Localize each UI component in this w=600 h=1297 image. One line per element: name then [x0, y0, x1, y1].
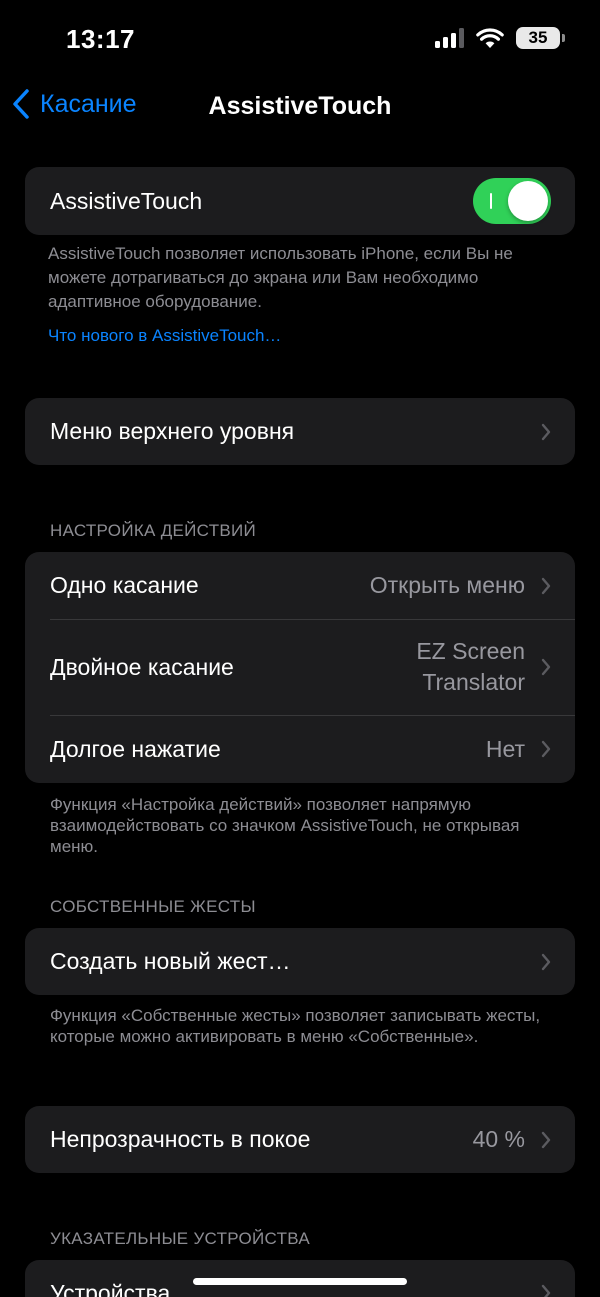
page-title: AssistiveTouch [208, 92, 392, 120]
chevron-right-icon [541, 423, 551, 440]
chevron-right-icon [541, 658, 551, 676]
top-menu-group: Меню верхнего уровня [25, 398, 575, 465]
long-press-row[interactable]: Долгое нажатие Нет [25, 715, 575, 783]
double-tap-label: Двойное касание [50, 653, 234, 680]
single-tap-label: Одно касание [50, 572, 199, 598]
toggle-on-mark [490, 193, 492, 209]
long-press-label: Долгое нажатие [50, 735, 221, 762]
single-tap-row[interactable]: Одно касание Открыть меню [25, 552, 575, 619]
double-tap-value-line2: Translator [422, 669, 525, 695]
cellular-signal-icon [435, 28, 464, 48]
chevron-right-icon [541, 577, 551, 594]
whats-new-link[interactable]: Что нового в AssistiveTouch… [48, 326, 281, 346]
wifi-icon [476, 27, 504, 48]
pointer-devices-header: УКАЗАТЕЛЬНЫЕ УСТРОЙСТВА [50, 1229, 310, 1248]
idle-opacity-row[interactable]: Непрозрачность в покое 40 % [25, 1106, 575, 1173]
assistivetouch-group: AssistiveTouch [25, 167, 575, 235]
battery-level: 35 [528, 28, 548, 47]
settings-screen: 13:17 35 Касание AssistiveTouch Assistiv… [0, 0, 600, 1297]
double-tap-value: EZ Screen Translator [416, 636, 525, 698]
assistivetouch-toggle[interactable] [473, 178, 551, 224]
custom-actions-group: Одно касание Открыть меню Двойное касани… [25, 552, 575, 783]
assistivetouch-label: AssistiveTouch [50, 187, 203, 214]
status-time: 13:17 [66, 24, 135, 54]
assistivetouch-description: AssistiveTouch позволяет использовать iP… [48, 244, 513, 311]
chevron-right-icon [541, 953, 551, 970]
custom-actions-footer: Функция «Настройка действий» позволяет н… [50, 795, 520, 856]
custom-gestures-header: СОБСТВЕННЫЕ ЖЕСТЫ [50, 897, 256, 916]
custom-gestures-group: Создать новый жест… [25, 928, 575, 995]
double-tap-value-line1: EZ Screen [416, 638, 525, 664]
toggle-knob [508, 181, 548, 221]
create-gesture-label: Создать новый жест… [50, 948, 291, 974]
chevron-right-icon [541, 1131, 551, 1148]
home-indicator[interactable] [193, 1278, 407, 1285]
navigation-bar: Касание AssistiveTouch [0, 80, 600, 132]
status-bar: 13:17 35 [0, 0, 600, 80]
double-tap-row[interactable]: Двойное касание EZ Screen Translator [25, 619, 575, 715]
long-press-value: Нет [485, 735, 525, 762]
idle-opacity-label: Непрозрачность в покое [50, 1126, 311, 1152]
single-tap-value: Открыть меню [369, 572, 525, 598]
top-menu-label: Меню верхнего уровня [50, 418, 295, 444]
battery-icon: 35 [516, 27, 565, 49]
status-icons: 35 [435, 27, 565, 49]
idle-opacity-group: Непрозрачность в покое 40 % [25, 1106, 575, 1173]
create-gesture-row[interactable]: Создать новый жест… [25, 928, 575, 995]
chevron-right-icon [541, 740, 551, 758]
top-menu-row[interactable]: Меню верхнего уровня [25, 398, 575, 465]
custom-gestures-footer: Функция «Собственные жесты» позволяет за… [50, 1006, 541, 1046]
idle-opacity-value: 40 % [472, 1126, 525, 1152]
custom-actions-header: НАСТРОЙКА ДЕЙСТВИЙ [50, 521, 257, 540]
chevron-right-icon [541, 1284, 551, 1297]
assistivetouch-row: AssistiveTouch [25, 167, 575, 235]
